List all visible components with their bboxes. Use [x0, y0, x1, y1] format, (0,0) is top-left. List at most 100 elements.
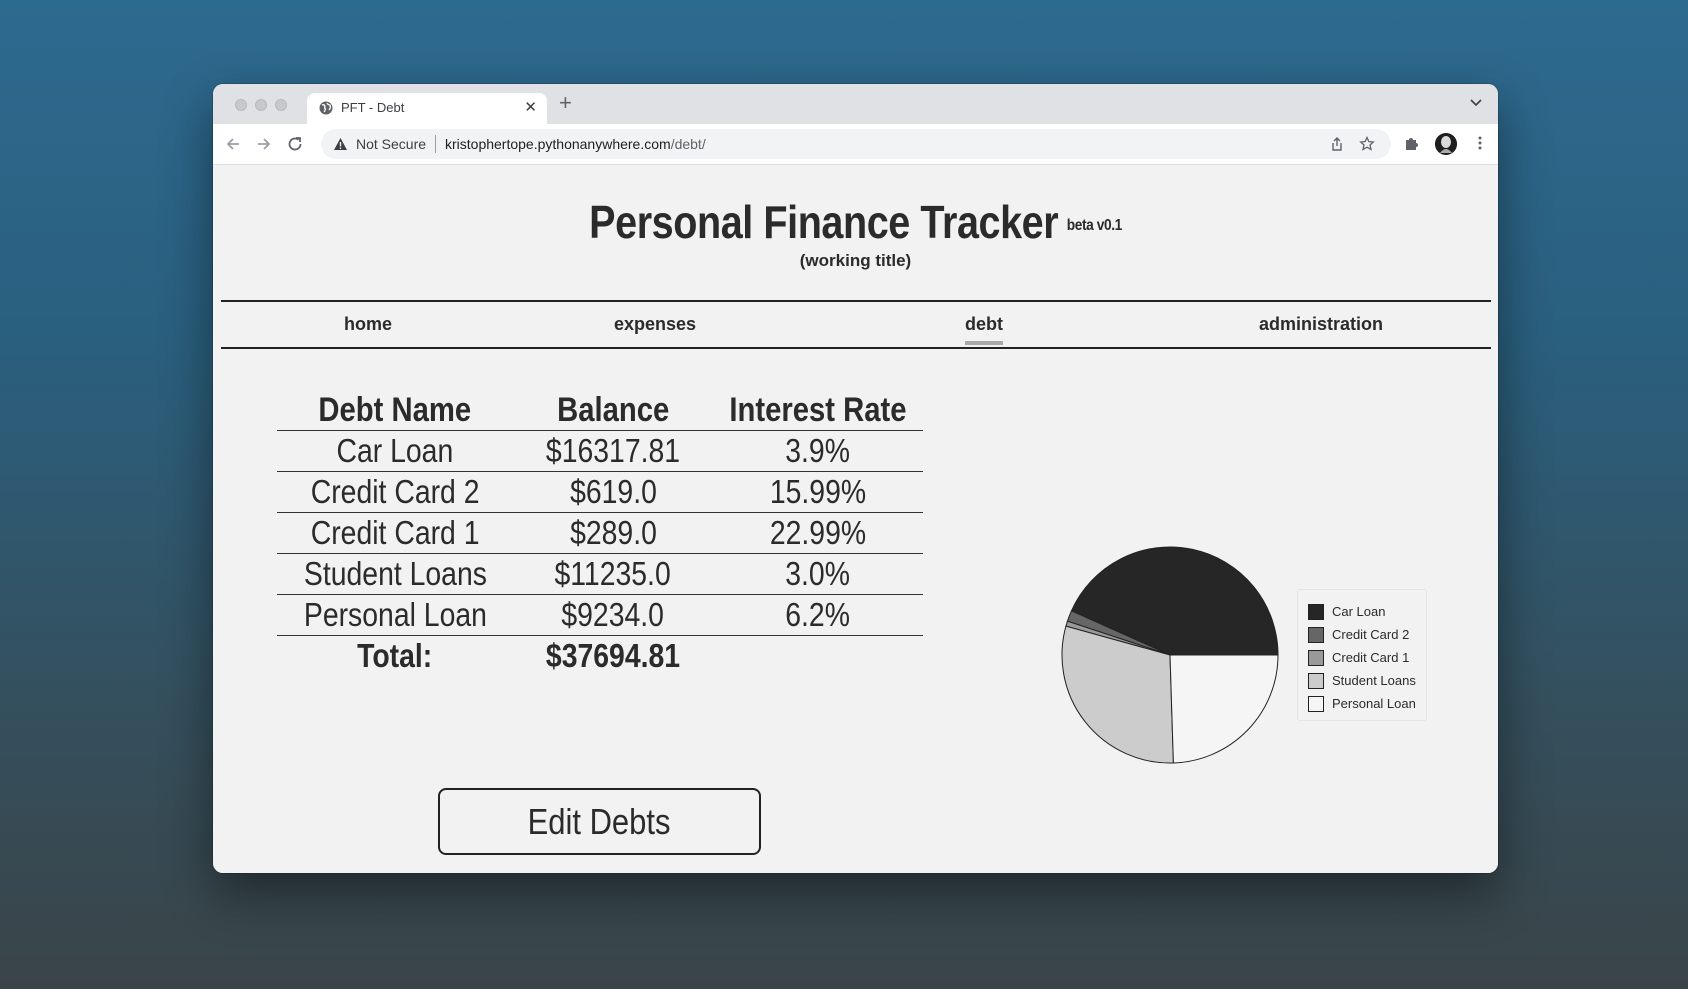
cell-text: Credit Card 2 — [310, 473, 480, 510]
active-nav-indicator — [965, 341, 1003, 345]
debt-name-cell: Credit Card 2 — [277, 471, 513, 513]
table-row: Student Loans $11235.0 3.0% — [277, 553, 923, 595]
browser-window: PFT - Debt ✕ + Not Secure kristophertope… — [213, 84, 1498, 873]
cell-text: $619.0 — [569, 473, 657, 510]
column-header-debt-name: Debt Name — [277, 390, 513, 431]
close-window-button[interactable] — [235, 99, 247, 111]
beta-version-label: beta v0.1 — [1066, 216, 1122, 234]
browser-toolbar: Not Secure kristophertope.pythonanywhere… — [213, 124, 1498, 165]
interest-rate-cell: 3.9% — [713, 430, 923, 472]
site-subtitle: (working title) — [799, 251, 912, 270]
total-value-cell: $37694.81 — [513, 636, 713, 677]
debt-name-cell: Credit Card 1 — [277, 512, 513, 554]
profile-avatar[interactable] — [1435, 133, 1457, 155]
tab-search-chevron-icon[interactable] — [1468, 94, 1484, 110]
cell-text: 3.9% — [785, 432, 851, 469]
legend-swatch — [1308, 672, 1324, 689]
nav-administration-link[interactable]: administration — [1259, 314, 1383, 335]
legend-label: Personal Loan — [1332, 696, 1416, 711]
tab-strip: PFT - Debt ✕ + — [213, 84, 1498, 124]
table-row: Credit Card 2 $619.0 15.99% — [277, 471, 923, 513]
nav-home-link[interactable]: home — [344, 314, 392, 335]
cell-text: $11235.0 — [554, 555, 672, 592]
url-path: /debt/ — [670, 136, 706, 152]
table-row: Personal Loan $9234.0 6.2% — [277, 594, 923, 636]
total-label: Total: — [357, 637, 433, 674]
table-row: Credit Card 1 $289.0 22.99% — [277, 512, 923, 554]
cell-text: 15.99% — [769, 473, 867, 510]
bookmark-star-icon[interactable] — [1359, 136, 1375, 152]
edit-debts-button[interactable]: Edit Debts — [438, 788, 761, 855]
cell-text: 6.2% — [785, 596, 851, 633]
window-controls — [235, 99, 287, 111]
table-row: Car Loan $16317.81 3.9% — [277, 430, 923, 472]
interest-rate-cell: 3.0% — [713, 553, 923, 595]
legend-item: Personal Loan — [1308, 692, 1426, 715]
cell-text: $289.0 — [569, 514, 657, 551]
cell-text: $9234.0 — [561, 596, 665, 633]
legend-label: Car Loan — [1332, 604, 1386, 619]
column-header-label: Interest Rate — [729, 390, 907, 429]
legend-swatch — [1308, 603, 1324, 620]
pie-slice-personal-loan — [1169, 654, 1279, 764]
cell-text: 22.99% — [769, 514, 867, 551]
legend-item: Credit Card 1 — [1308, 646, 1426, 669]
url-divider — [435, 135, 436, 153]
legend-label: Credit Card 2 — [1332, 627, 1410, 642]
column-header-interest-rate: Interest Rate — [713, 390, 923, 431]
debt-name-cell: Student Loans — [277, 553, 513, 595]
minimize-window-button[interactable] — [255, 99, 267, 111]
warning-icon[interactable] — [333, 137, 348, 151]
total-label-cell: Total: — [277, 636, 513, 677]
empty-cell — [713, 636, 923, 677]
legend-item: Car Loan — [1308, 600, 1426, 623]
close-tab-icon[interactable]: ✕ — [524, 98, 537, 116]
interest-rate-cell: 15.99% — [713, 471, 923, 513]
legend-item: Student Loans — [1308, 669, 1426, 692]
back-arrow-icon[interactable] — [223, 134, 243, 154]
legend-swatch — [1308, 626, 1324, 643]
url-text[interactable]: kristophertope.pythonanywhere.com/debt/ — [445, 136, 706, 152]
total-row: Total: $37694.81 — [277, 636, 923, 677]
site-navigation: home expenses debt administration — [221, 300, 1491, 349]
balance-cell: $289.0 — [513, 512, 713, 554]
legend-label: Credit Card 1 — [1332, 650, 1410, 665]
nav-debt-link[interactable]: debt — [965, 314, 1003, 345]
balance-cell: $11235.0 — [513, 553, 713, 595]
new-tab-button[interactable]: + — [559, 90, 572, 116]
column-header-label: Balance — [556, 390, 670, 429]
debt-pie-chart — [1061, 546, 1279, 764]
legend-item: Credit Card 2 — [1308, 623, 1426, 646]
legend-swatch — [1308, 695, 1324, 712]
column-header-label: Debt Name — [318, 390, 472, 429]
chart-legend: Car Loan Credit Card 2 Credit Card 1 Studen… — [1297, 589, 1427, 721]
balance-cell: $16317.81 — [513, 430, 713, 472]
share-icon[interactable] — [1329, 136, 1345, 152]
security-status-label[interactable]: Not Secure — [356, 136, 426, 152]
forward-arrow-icon[interactable] — [254, 134, 274, 154]
tab-title: PFT - Debt — [341, 100, 405, 115]
globe-icon — [319, 101, 333, 115]
reload-icon[interactable] — [285, 134, 305, 154]
zoom-window-button[interactable] — [275, 99, 287, 111]
total-value: $37694.81 — [545, 637, 681, 674]
debt-table: Debt Name Balance Interest Rate Car Loan… — [277, 390, 923, 676]
cell-text: Credit Card 1 — [310, 514, 480, 551]
interest-rate-cell: 22.99% — [713, 512, 923, 554]
address-bar[interactable]: Not Secure kristophertope.pythonanywhere… — [321, 129, 1391, 159]
debt-name-cell: Personal Loan — [277, 594, 513, 636]
extensions-puzzle-icon[interactable] — [1403, 134, 1421, 152]
column-header-balance: Balance — [513, 390, 713, 431]
nav-expenses-link[interactable]: expenses — [614, 314, 696, 335]
page-content: Personal Finance Tracker beta v0.1 (worki… — [213, 165, 1498, 873]
cell-text: Car Loan — [336, 432, 454, 469]
legend-label: Student Loans — [1332, 673, 1416, 688]
site-title: Personal Finance Tracker beta v0.1 — [303, 195, 1408, 249]
browser-tab-active[interactable]: PFT - Debt ✕ — [307, 93, 547, 124]
edit-debts-label: Edit Debts — [528, 800, 671, 842]
legend-swatch — [1308, 649, 1324, 666]
nav-debt-label: debt — [965, 314, 1003, 334]
browser-menu-icon[interactable] — [1471, 134, 1489, 152]
cell-text: 3.0% — [785, 555, 851, 592]
cell-text: Student Loans — [303, 555, 487, 592]
